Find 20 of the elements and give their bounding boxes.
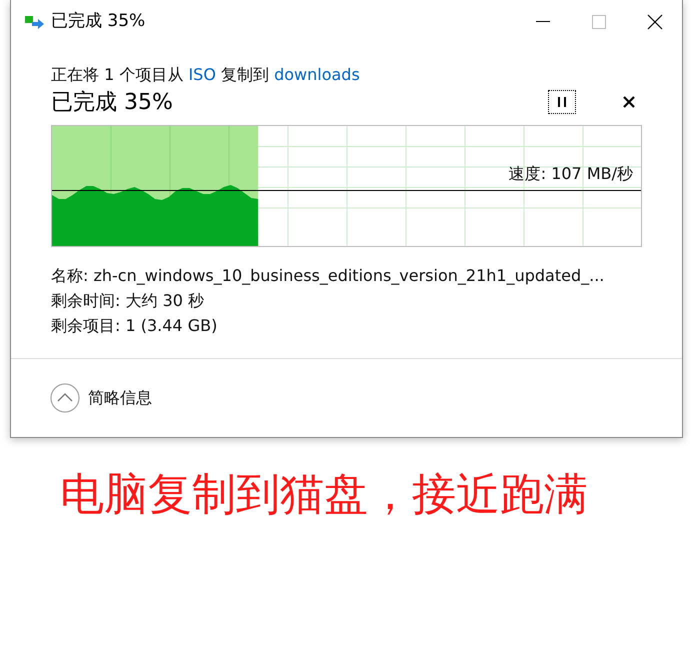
source-link[interactable]: ISO xyxy=(188,65,216,84)
chevron-icon xyxy=(50,383,80,413)
minimize-icon xyxy=(536,21,550,23)
close-icon xyxy=(623,96,635,108)
detail-line: 剩余项目: 1 (3.44 GB) xyxy=(51,315,218,337)
copy-icon xyxy=(25,15,45,29)
destination-link[interactable]: downloads xyxy=(274,65,360,84)
caption: 电脑复制到猫盘，接近跑满 xyxy=(60,468,589,522)
maximize-icon xyxy=(592,15,606,29)
details-toggle[interactable]: 简略信息 xyxy=(50,383,152,413)
pause-button[interactable] xyxy=(548,90,576,114)
speed-label: 速度: 107 MB/秒 xyxy=(508,163,633,185)
progress-status: 已完成 35% xyxy=(51,88,173,116)
cancel-button[interactable] xyxy=(621,94,637,110)
detail-line: 名称: zh-cn_windows_10_business_editions_version_21h1_updated_... xyxy=(51,265,606,287)
close-icon xyxy=(647,14,663,30)
pause-icon xyxy=(558,97,566,107)
copy-description: 正在将 1 个项目从 ISO 复制到 downloads xyxy=(51,64,361,86)
window-title: 已完成 35% xyxy=(51,10,146,34)
detail-line: 剩余时间: 大约 30 秒 xyxy=(51,290,206,312)
